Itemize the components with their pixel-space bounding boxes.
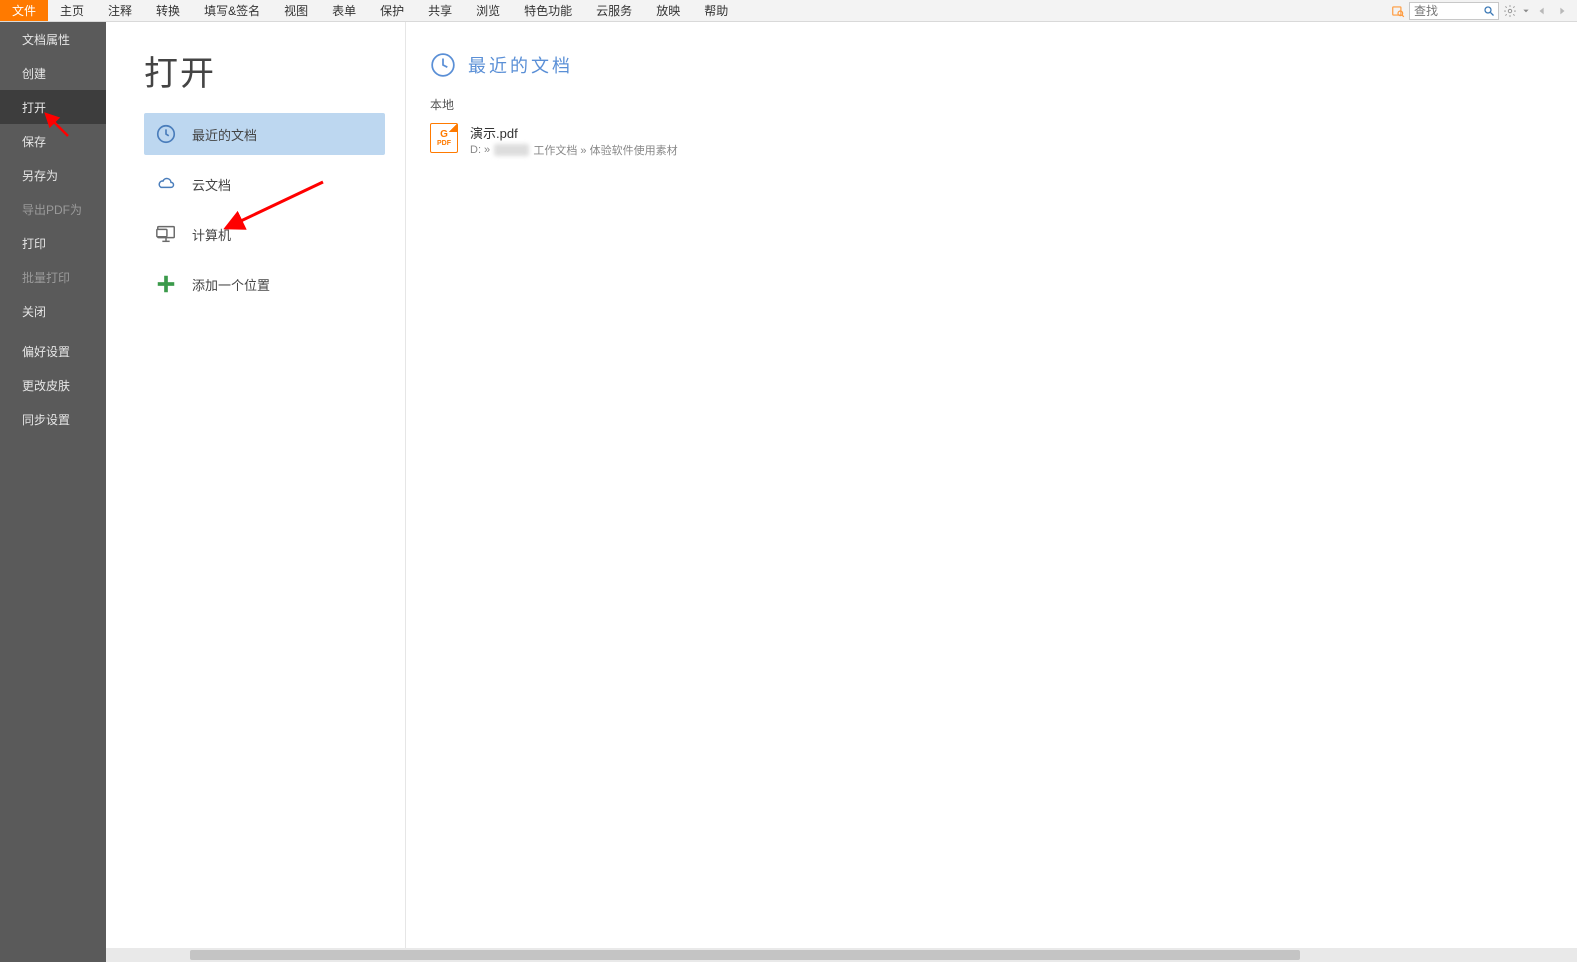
computer-icon	[154, 222, 178, 246]
gear-icon[interactable]	[1501, 2, 1519, 20]
sidebar-item-3[interactable]: 保存	[0, 124, 106, 158]
cloud-icon	[154, 172, 178, 196]
pdf-file-icon: GPDF	[430, 123, 458, 153]
recent-title: 最近的文档	[468, 52, 573, 78]
open-source-cloud[interactable]: 云文档	[144, 163, 385, 205]
menu-tab-4[interactable]: 填写&签名	[192, 0, 272, 21]
open-source-computer[interactable]: 计算机	[144, 213, 385, 255]
nav-back-icon[interactable]	[1533, 2, 1551, 20]
search-icon[interactable]	[1480, 3, 1498, 19]
recent-header: 最近的文档	[430, 52, 1577, 78]
menu-tab-11[interactable]: 云服务	[584, 0, 644, 21]
menu-tab-6[interactable]: 表单	[320, 0, 368, 21]
search-input[interactable]	[1410, 4, 1480, 18]
menu-tab-12[interactable]: 放映	[644, 0, 692, 21]
open-source-label: 添加一个位置	[192, 275, 270, 294]
menubar-spacer	[740, 0, 1389, 21]
file-name: 演示.pdf	[470, 123, 678, 142]
sidebar-item-8[interactable]: 关闭	[0, 294, 106, 328]
menu-tab-5[interactable]: 视图	[272, 0, 320, 21]
search-scope-icon[interactable]	[1389, 2, 1407, 20]
file-path: D: » ████ 工作文档 » 体验软件使用素材	[470, 142, 678, 158]
open-sources-panel: 打开 最近的文档云文档计算机添加一个位置	[106, 22, 406, 962]
file-sidebar: 文档属性创建打开保存另存为导出PDF为打印批量打印关闭偏好设置更改皮肤同步设置	[0, 22, 106, 962]
sidebar-item-1[interactable]: 创建	[0, 56, 106, 90]
menu-tab-9[interactable]: 浏览	[464, 0, 512, 21]
sidebar-item-9[interactable]: 偏好设置	[0, 334, 106, 368]
open-source-clock[interactable]: 最近的文档	[144, 113, 385, 155]
menubar: 文件主页注释转换填写&签名视图表单保护共享浏览特色功能云服务放映帮助	[0, 0, 1577, 22]
open-source-label: 云文档	[192, 175, 231, 194]
menu-tab-1[interactable]: 主页	[48, 0, 96, 21]
clock-icon	[154, 122, 178, 146]
open-source-label: 最近的文档	[192, 125, 257, 144]
sidebar-item-10[interactable]: 更改皮肤	[0, 368, 106, 402]
sidebar-item-5: 导出PDF为	[0, 192, 106, 226]
scrollbar-thumb[interactable]	[190, 950, 1300, 960]
recent-section-label: 本地	[430, 96, 1577, 113]
sidebar-item-2[interactable]: 打开	[0, 90, 106, 124]
menu-tab-3[interactable]: 转换	[144, 0, 192, 21]
menu-tab-8[interactable]: 共享	[416, 0, 464, 21]
menubar-right	[1389, 0, 1577, 21]
sidebar-item-4[interactable]: 另存为	[0, 158, 106, 192]
sidebar-item-6[interactable]: 打印	[0, 226, 106, 260]
recent-file-row[interactable]: GPDF 演示.pdfD: » ████ 工作文档 » 体验软件使用素材	[430, 119, 1577, 162]
chevron-down-icon[interactable]	[1521, 2, 1531, 20]
plus-icon	[154, 272, 178, 296]
sidebar-item-11[interactable]: 同步设置	[0, 402, 106, 436]
open-panel-title: 打开	[144, 46, 385, 95]
sidebar-item-0[interactable]: 文档属性	[0, 22, 106, 56]
file-meta: 演示.pdfD: » ████ 工作文档 » 体验软件使用素材	[470, 123, 678, 158]
menu-tab-0[interactable]: 文件	[0, 0, 48, 21]
sidebar-item-7: 批量打印	[0, 260, 106, 294]
open-source-label: 计算机	[192, 225, 231, 244]
open-source-plus[interactable]: 添加一个位置	[144, 263, 385, 305]
search-box[interactable]	[1409, 2, 1499, 20]
menu-tab-7[interactable]: 保护	[368, 0, 416, 21]
recent-panel: 最近的文档 本地 GPDF 演示.pdfD: » ████ 工作文档 » 体验软件…	[406, 22, 1577, 962]
clock-icon	[430, 52, 456, 78]
menu-tab-2[interactable]: 注释	[96, 0, 144, 21]
menu-tab-13[interactable]: 帮助	[692, 0, 740, 21]
horizontal-scrollbar[interactable]	[106, 948, 1577, 962]
menu-tab-10[interactable]: 特色功能	[512, 0, 584, 21]
nav-forward-icon[interactable]	[1553, 2, 1571, 20]
